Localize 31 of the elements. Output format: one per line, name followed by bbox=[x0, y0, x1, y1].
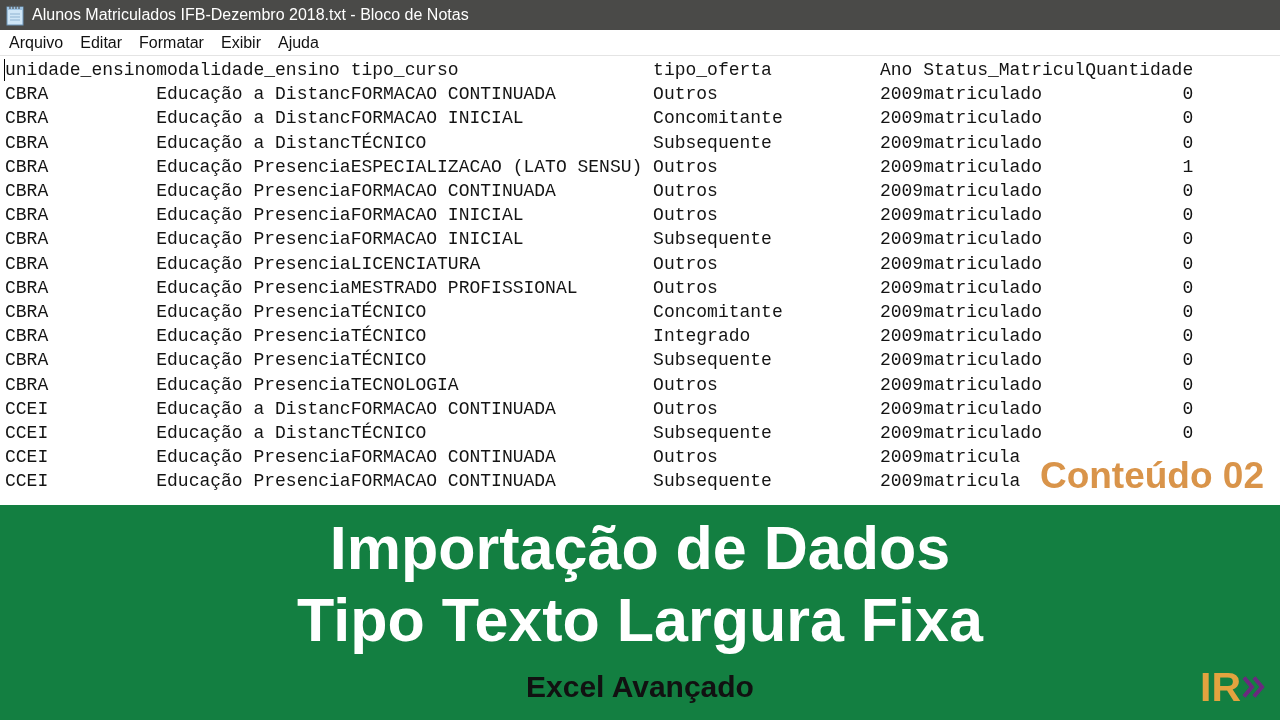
menu-item[interactable]: Editar bbox=[72, 31, 131, 54]
menu-item[interactable]: Arquivo bbox=[1, 31, 72, 54]
text-line: CCEI Educação PresenciaFORMACAO CONTINUADA Subsequente 2009matricula bbox=[5, 470, 1021, 494]
text-line: CBRA Educação PresenciaLICENCIATURA Outros 2009matriculado 0 bbox=[5, 252, 1194, 276]
banner-subtitle: Excel Avançado bbox=[526, 669, 754, 705]
text-line: unidade_ensinomodalidade_ensino tipo_curso tipo_oferta Ano Status_MatriculQuantidade bbox=[5, 59, 1194, 82]
text-line: CCEI Educação a DistancFORMACAO CONTINUADA Outros 2009matriculado 0 bbox=[5, 397, 1194, 421]
logo-text: IR bbox=[1200, 671, 1241, 703]
banner-title: Tipo Texto Largura Fixa bbox=[297, 585, 983, 656]
text-line: CBRA Educação PresenciaFORMACAO INICIAL Outros 2009matriculado 0 bbox=[5, 204, 1194, 228]
menu-item[interactable]: Exibir bbox=[212, 31, 269, 54]
double-chevron-icon bbox=[1242, 675, 1266, 699]
menu-item[interactable]: Formatar bbox=[131, 31, 212, 54]
text-line: CBRA Educação a DistancFORMACAO INICIAL Concomitante 2009matriculado 0 bbox=[5, 107, 1194, 131]
text-line: CBRA Educação a DistancTÉCNICO Subsequente 2009matriculado 0 bbox=[5, 131, 1194, 155]
text-line: CCEI Educação a DistancTÉCNICO Subsequente 2009matriculado 0 bbox=[5, 421, 1194, 446]
text-line: CBRA Educação PresenciaTÉCNICO Concomitante 2009matriculado 0 bbox=[5, 300, 1194, 325]
text-line: CBRA Educação PresenciaFORMACAO CONTINUADA Outros 2009matriculado 0 bbox=[5, 180, 1194, 203]
text-line: CBRA Educação PresenciaTÉCNICO Subsequente 2009matriculado 0 bbox=[5, 348, 1194, 373]
window-title: Alunos Matriculados IFB-Dezembro 2018.txt - Bloco de Notas bbox=[32, 5, 469, 25]
text-line: CBRA Educação PresenciaESPECIALIZACAO (LATO SENSU) Outros 2009matriculado 1 bbox=[5, 155, 1194, 179]
text-line: CBRA Educação PresenciaFORMACAO INICIAL Subsequente 2009matriculado 0 bbox=[5, 228, 1194, 252]
text-line: CBRA Educação PresenciaMESTRADO PROFISSIONAL Outros 2009matriculado 0 bbox=[5, 276, 1194, 300]
notepad-icon bbox=[6, 4, 24, 26]
text-line: CBRA Educação a DistancFORMACAO CONTINUADA Outros 2009matriculado 0 bbox=[5, 83, 1194, 107]
text-line: CBRA Educação PresenciaTECNOLOGIA Outros 2009matriculado 0 bbox=[5, 373, 1194, 397]
text-line: CBRA Educação PresenciaTÉCNICO Integrado 2009matriculado 0 bbox=[5, 324, 1194, 349]
menu-item[interactable]: Ajuda bbox=[269, 31, 327, 54]
banner-title: Importação de Dados bbox=[329, 513, 951, 584]
text-cursor-icon bbox=[4, 59, 5, 81]
text-line: CCEI Educação PresenciaFORMACAO CONTINUADA Outros 2009matricula bbox=[5, 446, 1021, 470]
